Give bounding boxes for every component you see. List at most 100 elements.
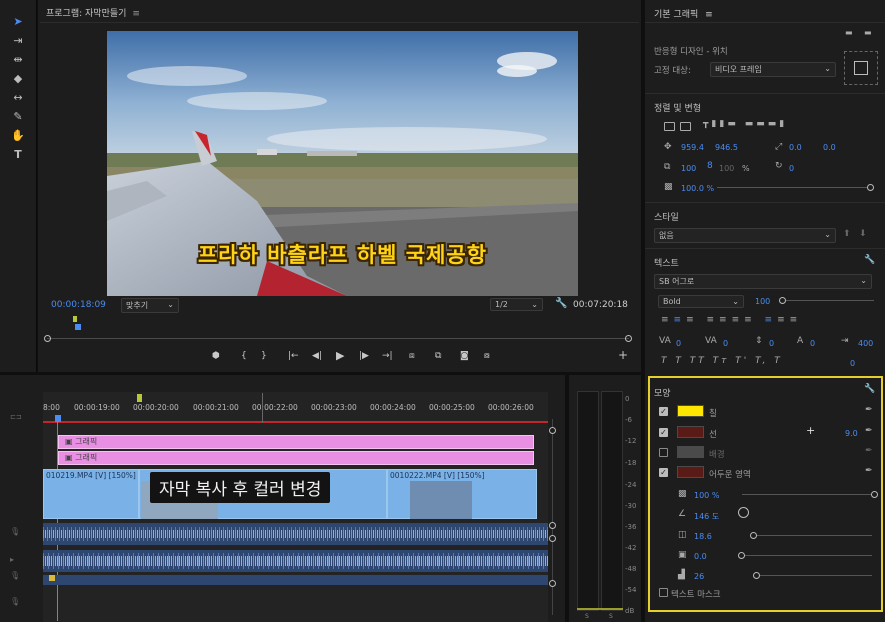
go-to-out-icon[interactable]: →| [382, 351, 393, 361]
shadow-size-knob[interactable] [738, 552, 745, 559]
font-size-knob[interactable] [779, 297, 786, 304]
shadow-color-swatch[interactable] [677, 466, 704, 478]
mark-in-icon[interactable]: { [241, 351, 247, 361]
play-track-icon[interactable]: ▸ [10, 555, 14, 564]
wrench-icon[interactable]: 🔧 [864, 255, 875, 265]
text-mask-checkbox[interactable] [659, 588, 668, 597]
marker[interactable] [137, 394, 142, 402]
video-frame[interactable]: 프라하 바츨라프 하벨 국제공항 [107, 31, 578, 296]
pen-tool-icon[interactable]: ✎ [9, 108, 27, 126]
panel-menu-icon[interactable]: ≡ [705, 10, 713, 20]
mic-icon[interactable]: 🎙 [10, 527, 20, 536]
add-stroke-icon[interactable]: + [806, 424, 815, 437]
razor-tool-icon[interactable]: ◆ [9, 70, 27, 88]
scroll-knob[interactable] [549, 535, 556, 542]
mic-icon[interactable]: 🎙 [10, 597, 20, 606]
align-buttons[interactable]: ┳▮▮▬ ▬▬▬▮ [703, 119, 787, 129]
playhead-handle[interactable] [55, 415, 61, 422]
scroll-knob[interactable] [549, 522, 556, 529]
shadow-blur-value[interactable]: 26 [694, 572, 704, 581]
font-size-value[interactable]: 100 [755, 297, 770, 306]
shadow-blur-knob[interactable] [753, 572, 760, 579]
panel-menu-icon[interactable]: ≡ [132, 9, 140, 19]
shadow-distance-value[interactable]: 18.6 [694, 532, 712, 541]
scroll-knob[interactable] [549, 580, 556, 587]
shadow-size-slider[interactable] [741, 555, 872, 556]
push-style-icon[interactable]: ⬆ [843, 229, 851, 239]
eyedropper-icon[interactable]: ✒ [865, 466, 873, 476]
step-back-icon[interactable]: ◀| [312, 351, 322, 361]
sync-style-icon[interactable]: ⬇ [859, 229, 867, 239]
marker-icon[interactable]: ⬢ [212, 351, 220, 361]
add-button-icon[interactable]: + [618, 348, 628, 362]
audio-clip[interactable] [43, 523, 548, 545]
position-y[interactable]: 946.5 [715, 143, 738, 152]
kerning-value[interactable]: 0 [676, 339, 681, 348]
tsume-value[interactable]: 0 [850, 359, 855, 368]
mic-icon[interactable]: 🎙 [10, 571, 20, 580]
anchor-x[interactable]: 0.0 [789, 143, 802, 152]
audio-clip[interactable] [43, 575, 548, 585]
stroke-width-value[interactable]: 9.0 [845, 429, 858, 438]
shadow-distance-knob[interactable] [750, 532, 757, 539]
position-x[interactable]: 959.4 [681, 143, 704, 152]
type-tool-icon[interactable]: T [9, 146, 27, 164]
audio-clip[interactable] [43, 550, 548, 572]
background-color-swatch[interactable] [677, 446, 704, 458]
video-clip[interactable]: 0010222.MP4 [V] [150%] [387, 469, 537, 519]
step-forward-icon[interactable]: |▶ [359, 351, 369, 361]
slip-tool-icon[interactable]: ↔ [9, 89, 27, 107]
pin-widget[interactable] [844, 51, 878, 85]
eyedropper-icon[interactable]: ✒ [865, 405, 873, 415]
tab-width-value[interactable]: 400 [858, 339, 873, 348]
font-style-dropdown[interactable]: Bold ⌄ [658, 295, 744, 308]
font-size-slider[interactable] [784, 300, 874, 301]
go-to-in-icon[interactable]: |← [288, 351, 299, 361]
mini-timeline[interactable] [44, 316, 632, 342]
opacity-slider[interactable] [717, 187, 869, 188]
align-frame-icon[interactable] [664, 122, 675, 131]
compare-icon[interactable]: ⧇ [484, 351, 490, 361]
shadow-size-value[interactable]: 0.0 [694, 552, 707, 561]
tracking-value[interactable]: 0 [723, 339, 728, 348]
shadow-opacity-knob[interactable] [871, 491, 878, 498]
ripple-edit-tool-icon[interactable]: ⇹ [9, 51, 27, 69]
track-select-tool-icon[interactable]: ⇥ [9, 32, 27, 50]
opacity-slider-knob[interactable] [867, 184, 874, 191]
stroke-color-swatch[interactable] [677, 426, 704, 438]
hand-tool-icon[interactable]: ✋ [9, 127, 27, 145]
align-selection-icon[interactable] [680, 122, 691, 131]
video-clip[interactable]: 010219.MP4 [V] [150%] [43, 469, 139, 519]
work-area-bar[interactable] [43, 421, 548, 423]
shadow-opacity-value[interactable]: 100 % [694, 491, 719, 500]
font-dropdown[interactable]: SB 어그로 ⌄ [654, 274, 872, 289]
camera-icon[interactable]: ◙ [460, 351, 469, 361]
fill-checkbox[interactable]: ✓ [659, 407, 668, 416]
solo-button[interactable]: S [585, 613, 589, 620]
new-layer-icon[interactable]: ▬ [845, 28, 853, 37]
text-style-buttons[interactable]: T T TT Tт T' T, T [661, 356, 783, 366]
playhead-timecode[interactable]: 00:00:18:09 [51, 300, 106, 310]
extract-icon[interactable]: ⧉ [435, 351, 441, 361]
opacity-value[interactable]: 100.0 % [681, 184, 714, 193]
lift-icon[interactable]: ⧈ [409, 351, 415, 361]
scroll-knob[interactable] [549, 427, 556, 434]
graphic-clip[interactable]: ▣ 그래픽 [58, 451, 534, 465]
leading-value[interactable]: 0 [769, 339, 774, 348]
fill-color-swatch[interactable] [677, 405, 704, 417]
background-checkbox[interactable] [659, 448, 668, 457]
shadow-opacity-slider[interactable] [742, 494, 872, 495]
eyedropper-icon[interactable]: ✒ [865, 426, 873, 436]
shadow-distance-slider[interactable] [750, 535, 872, 536]
wrench-icon[interactable]: 🔧 [555, 298, 567, 309]
eyedropper-icon[interactable]: ✒ [865, 446, 873, 456]
baseline-value[interactable]: 0 [810, 339, 815, 348]
resolution-dropdown[interactable]: 1/2 ⌄ [490, 298, 543, 311]
play-icon[interactable]: ▶ [336, 349, 344, 362]
fit-dropdown[interactable]: 맞추기 ⌄ [121, 298, 179, 313]
paragraph-align-buttons[interactable]: ≡≡≡ ≡≡≡≡ ≡≡≡ [661, 315, 802, 325]
shadow-blur-slider[interactable] [755, 575, 872, 576]
pin-to-dropdown[interactable]: 비디오 프레임 ⌄ [710, 62, 836, 77]
selection-tool-icon[interactable]: ➤ [9, 13, 27, 31]
shadow-angle-value[interactable]: 146 도 [694, 511, 719, 522]
